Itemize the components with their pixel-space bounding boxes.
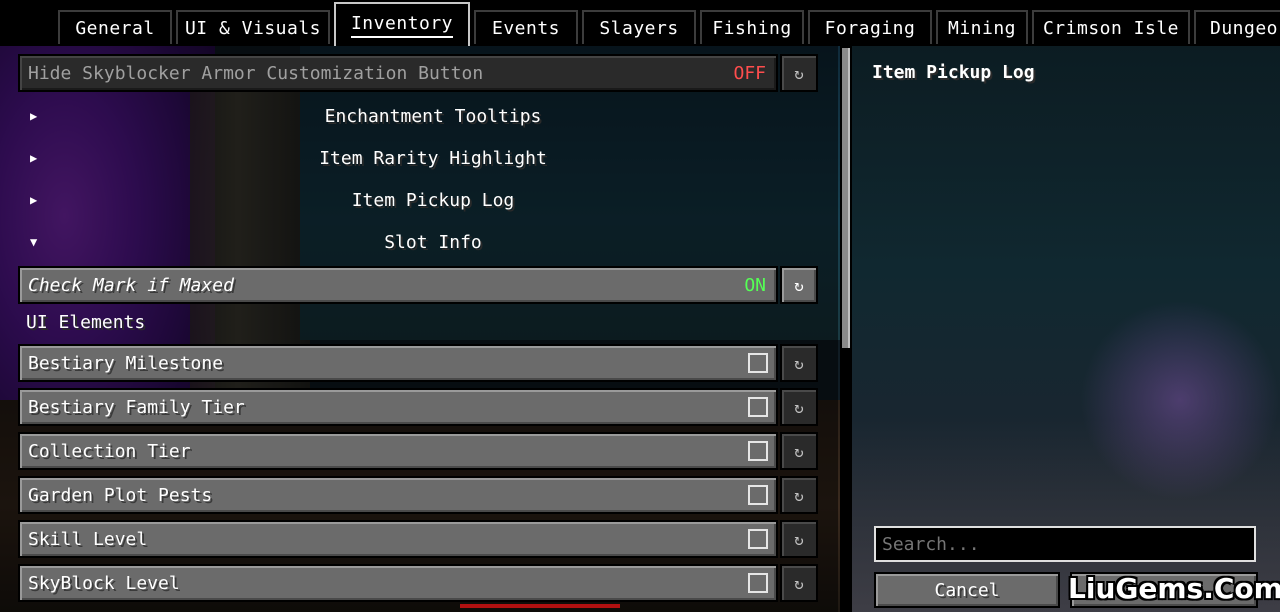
tab-mining[interactable]: Mining (936, 10, 1028, 44)
reset-icon: ↻ (794, 529, 804, 549)
reset-icon: ↻ (794, 573, 804, 593)
preview-title: Item Pickup Log (872, 62, 1035, 83)
tab-events[interactable]: Events (474, 10, 578, 44)
reset-skill-level-button[interactable]: ↻ (780, 520, 818, 558)
option-label: SkyBlock Level (28, 572, 180, 594)
reset-icon: ↻ (794, 485, 804, 505)
option-label: Collection Tier (28, 440, 191, 462)
reset-bestiary-milestone-button[interactable]: ↻ (780, 344, 818, 382)
option-bestiary-milestone[interactable]: Bestiary Milestone (18, 344, 778, 382)
section-item-pickup-log[interactable]: ▶ Item Pickup Log (18, 180, 818, 220)
expand-arrow-icon: ▶ (30, 193, 38, 207)
bottom-red-strip (460, 604, 620, 608)
reset-bestiary-family-tier-button[interactable]: ↻ (780, 388, 818, 426)
checkbox[interactable] (748, 397, 768, 417)
reset-check-mark-button[interactable]: ↻ (780, 266, 818, 304)
option-skyblock-level[interactable]: SkyBlock Level (18, 564, 778, 602)
background-purple-glow (1080, 300, 1280, 500)
category-tab-bar: General UI & Visuals Inventory Events Sl… (0, 0, 1280, 46)
reset-garden-plot-pests-button[interactable]: ↻ (780, 476, 818, 514)
expand-arrow-icon: ▶ (30, 151, 38, 165)
option-check-mark-if-maxed[interactable]: Check Mark if Maxed ON (18, 266, 778, 304)
toggle-value[interactable]: ON (744, 275, 776, 296)
section-title: Item Pickup Log (351, 189, 515, 211)
group-label-ui-elements: UI Elements (26, 312, 146, 333)
cancel-button[interactable]: Cancel (874, 572, 1060, 608)
checkbox[interactable] (748, 573, 768, 593)
collapse-arrow-icon: ▼ (30, 235, 38, 249)
option-label: Bestiary Milestone (28, 352, 224, 374)
tab-foraging[interactable]: Foraging (808, 10, 932, 44)
tab-dungeons[interactable]: Dungeo (1194, 10, 1280, 44)
option-hide-armor-button[interactable]: Hide Skyblocker Armor Customization Butt… (18, 54, 778, 92)
tab-general[interactable]: General (58, 10, 172, 44)
section-item-rarity-highlight[interactable]: ▶ Item Rarity Highlight (18, 138, 818, 178)
option-collection-tier[interactable]: Collection Tier (18, 432, 778, 470)
checkbox[interactable] (748, 353, 768, 373)
reset-collection-tier-button[interactable]: ↻ (780, 432, 818, 470)
cancel-button-label: Cancel (934, 579, 1000, 601)
reset-hide-armor-button[interactable]: ↻ (780, 54, 818, 92)
tab-crimson-isle[interactable]: Crimson Isle (1032, 10, 1190, 44)
reset-icon: ↻ (794, 397, 804, 417)
option-label: Hide Skyblocker Armor Customization Butt… (28, 62, 484, 84)
option-label: Skill Level (28, 528, 148, 550)
options-scroll-thumb[interactable] (842, 48, 850, 348)
reset-icon: ↻ (794, 275, 804, 295)
reset-icon: ↻ (794, 353, 804, 373)
option-label: Garden Plot Pests (28, 484, 213, 506)
checkbox[interactable] (748, 441, 768, 461)
watermark-logo: LiuGems.Com (1068, 572, 1280, 605)
reset-icon: ↻ (794, 441, 804, 461)
reset-icon: ↻ (794, 63, 804, 83)
section-title: Item Rarity Highlight (319, 147, 547, 169)
tab-slayers[interactable]: Slayers (582, 10, 696, 44)
toggle-value[interactable]: OFF (733, 63, 776, 84)
section-slot-info[interactable]: ▼ Slot Info (18, 222, 818, 262)
option-garden-plot-pests[interactable]: Garden Plot Pests (18, 476, 778, 514)
section-title: Slot Info (384, 231, 482, 253)
tab-fishing[interactable]: Fishing (700, 10, 804, 44)
option-skill-level[interactable]: Skill Level (18, 520, 778, 558)
tab-inventory[interactable]: Inventory (334, 2, 470, 46)
search-input[interactable] (874, 526, 1256, 562)
option-bestiary-family-tier[interactable]: Bestiary Family Tier (18, 388, 778, 426)
checkbox[interactable] (748, 529, 768, 549)
option-label: Bestiary Family Tier (28, 396, 245, 418)
checkbox[interactable] (748, 485, 768, 505)
section-enchantment-tooltips[interactable]: ▶ Enchantment Tooltips (18, 96, 818, 136)
expand-arrow-icon: ▶ (30, 109, 38, 123)
option-label: Check Mark if Maxed (28, 274, 234, 296)
tab-ui-visuals[interactable]: UI & Visuals (176, 10, 330, 44)
section-title: Enchantment Tooltips (324, 105, 542, 127)
reset-skyblock-level-button[interactable]: ↻ (780, 564, 818, 602)
